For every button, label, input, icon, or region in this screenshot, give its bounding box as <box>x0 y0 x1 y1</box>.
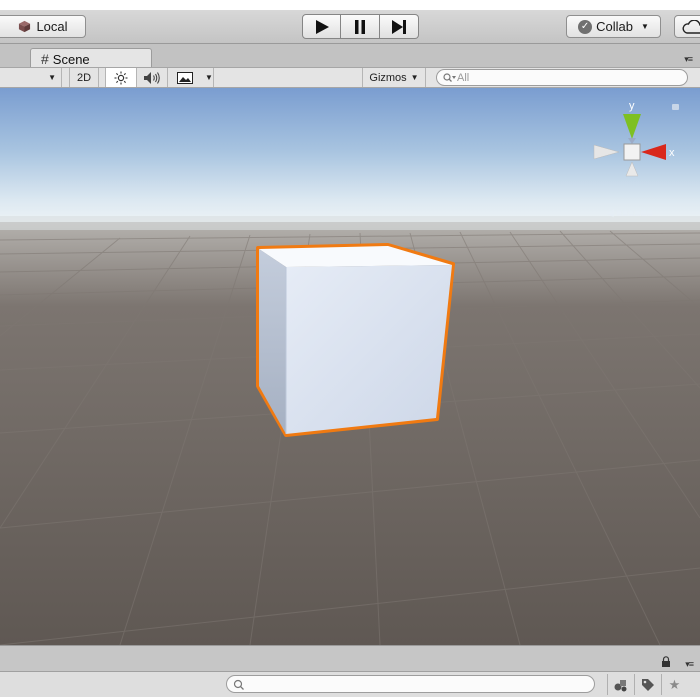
tag-icon <box>641 678 654 691</box>
gizmo-center-cube <box>623 143 641 161</box>
step-button[interactable] <box>380 14 419 39</box>
cloud-icon <box>682 19 700 34</box>
chevron-down-icon: ▼ <box>205 73 213 82</box>
chevron-down-icon: ▼ <box>640 22 649 31</box>
chevron-down-icon: ▼ <box>48 73 56 82</box>
cube-front-face <box>286 265 452 434</box>
project-toolbar: ★ <box>0 671 700 697</box>
step-icon <box>392 19 406 34</box>
shading-mode-dropdown[interactable]: ▼ <box>0 68 62 87</box>
scene-canvas[interactable]: y x ◀ ■■■■■■ <box>0 88 700 645</box>
shapes-icon <box>614 679 626 691</box>
search-icon <box>443 72 456 82</box>
favorites-star-button[interactable]: ★ <box>661 674 687 695</box>
project-search-input[interactable] <box>226 675 595 693</box>
filter-by-type-button[interactable] <box>607 674 633 695</box>
cube-icon <box>19 20 31 33</box>
gizmos-dropdown[interactable]: Gizmos ▼ <box>362 68 426 87</box>
lighting-toggle[interactable] <box>105 68 137 87</box>
lock-icon[interactable] <box>672 104 679 110</box>
scene-viewport[interactable]: y x ◀ ■■■■■■ <box>0 88 700 645</box>
main-toolbar: Local ✓ Collab ▼ <box>0 10 700 44</box>
playback-controls <box>302 14 419 39</box>
scene-hash-icon: # <box>41 51 49 67</box>
collab-label: Collab <box>596 19 633 34</box>
pause-icon <box>355 19 365 34</box>
2d-label: 2D <box>76 71 92 84</box>
tab-strip: # Scene ▾≡ <box>0 44 700 69</box>
filter-by-label-button[interactable] <box>634 674 660 695</box>
search-icon <box>233 679 244 690</box>
chevron-down-icon: ▼ <box>410 73 419 82</box>
search-placeholder: All <box>457 71 470 84</box>
collab-button[interactable]: ✓ Collab ▼ <box>566 15 661 38</box>
image-icon <box>177 71 193 84</box>
sun-icon <box>114 71 128 84</box>
play-icon <box>315 19 329 34</box>
gizmos-label: Gizmos <box>369 71 407 84</box>
scene-search-input[interactable]: All <box>436 69 688 86</box>
speaker-icon <box>144 71 160 84</box>
tab-scene[interactable]: # Scene <box>30 48 152 69</box>
panel-menu-icon[interactable]: ▾≡ <box>685 659 694 670</box>
lock-icon[interactable] <box>661 656 671 667</box>
selected-cube[interactable] <box>256 243 455 437</box>
panel-divider: ▾≡ <box>0 645 700 672</box>
tab-scene-label: Scene <box>52 51 90 67</box>
check-circle-icon: ✓ <box>578 19 593 34</box>
scene-toolbar: ▼ 2D ▼ Gizmos ▼ All <box>0 67 700 88</box>
pivot-rotation-local-button[interactable]: Local <box>0 15 86 38</box>
local-label: Local <box>36 19 68 34</box>
pause-button[interactable] <box>341 14 380 39</box>
2d-mode-toggle[interactable]: 2D <box>69 68 99 87</box>
tab-menu-icon[interactable]: ▾≡ <box>684 54 693 65</box>
star-icon: ★ <box>668 676 681 692</box>
audio-toggle[interactable] <box>137 68 168 87</box>
axis-y-label: y <box>629 100 635 112</box>
projection-label: ◀ ■■■■■■ <box>606 208 653 219</box>
cloud-services-button[interactable] <box>674 15 700 38</box>
effects-dropdown[interactable]: ▼ <box>168 68 214 87</box>
play-button[interactable] <box>302 14 341 39</box>
axis-x-label: x <box>669 147 675 159</box>
